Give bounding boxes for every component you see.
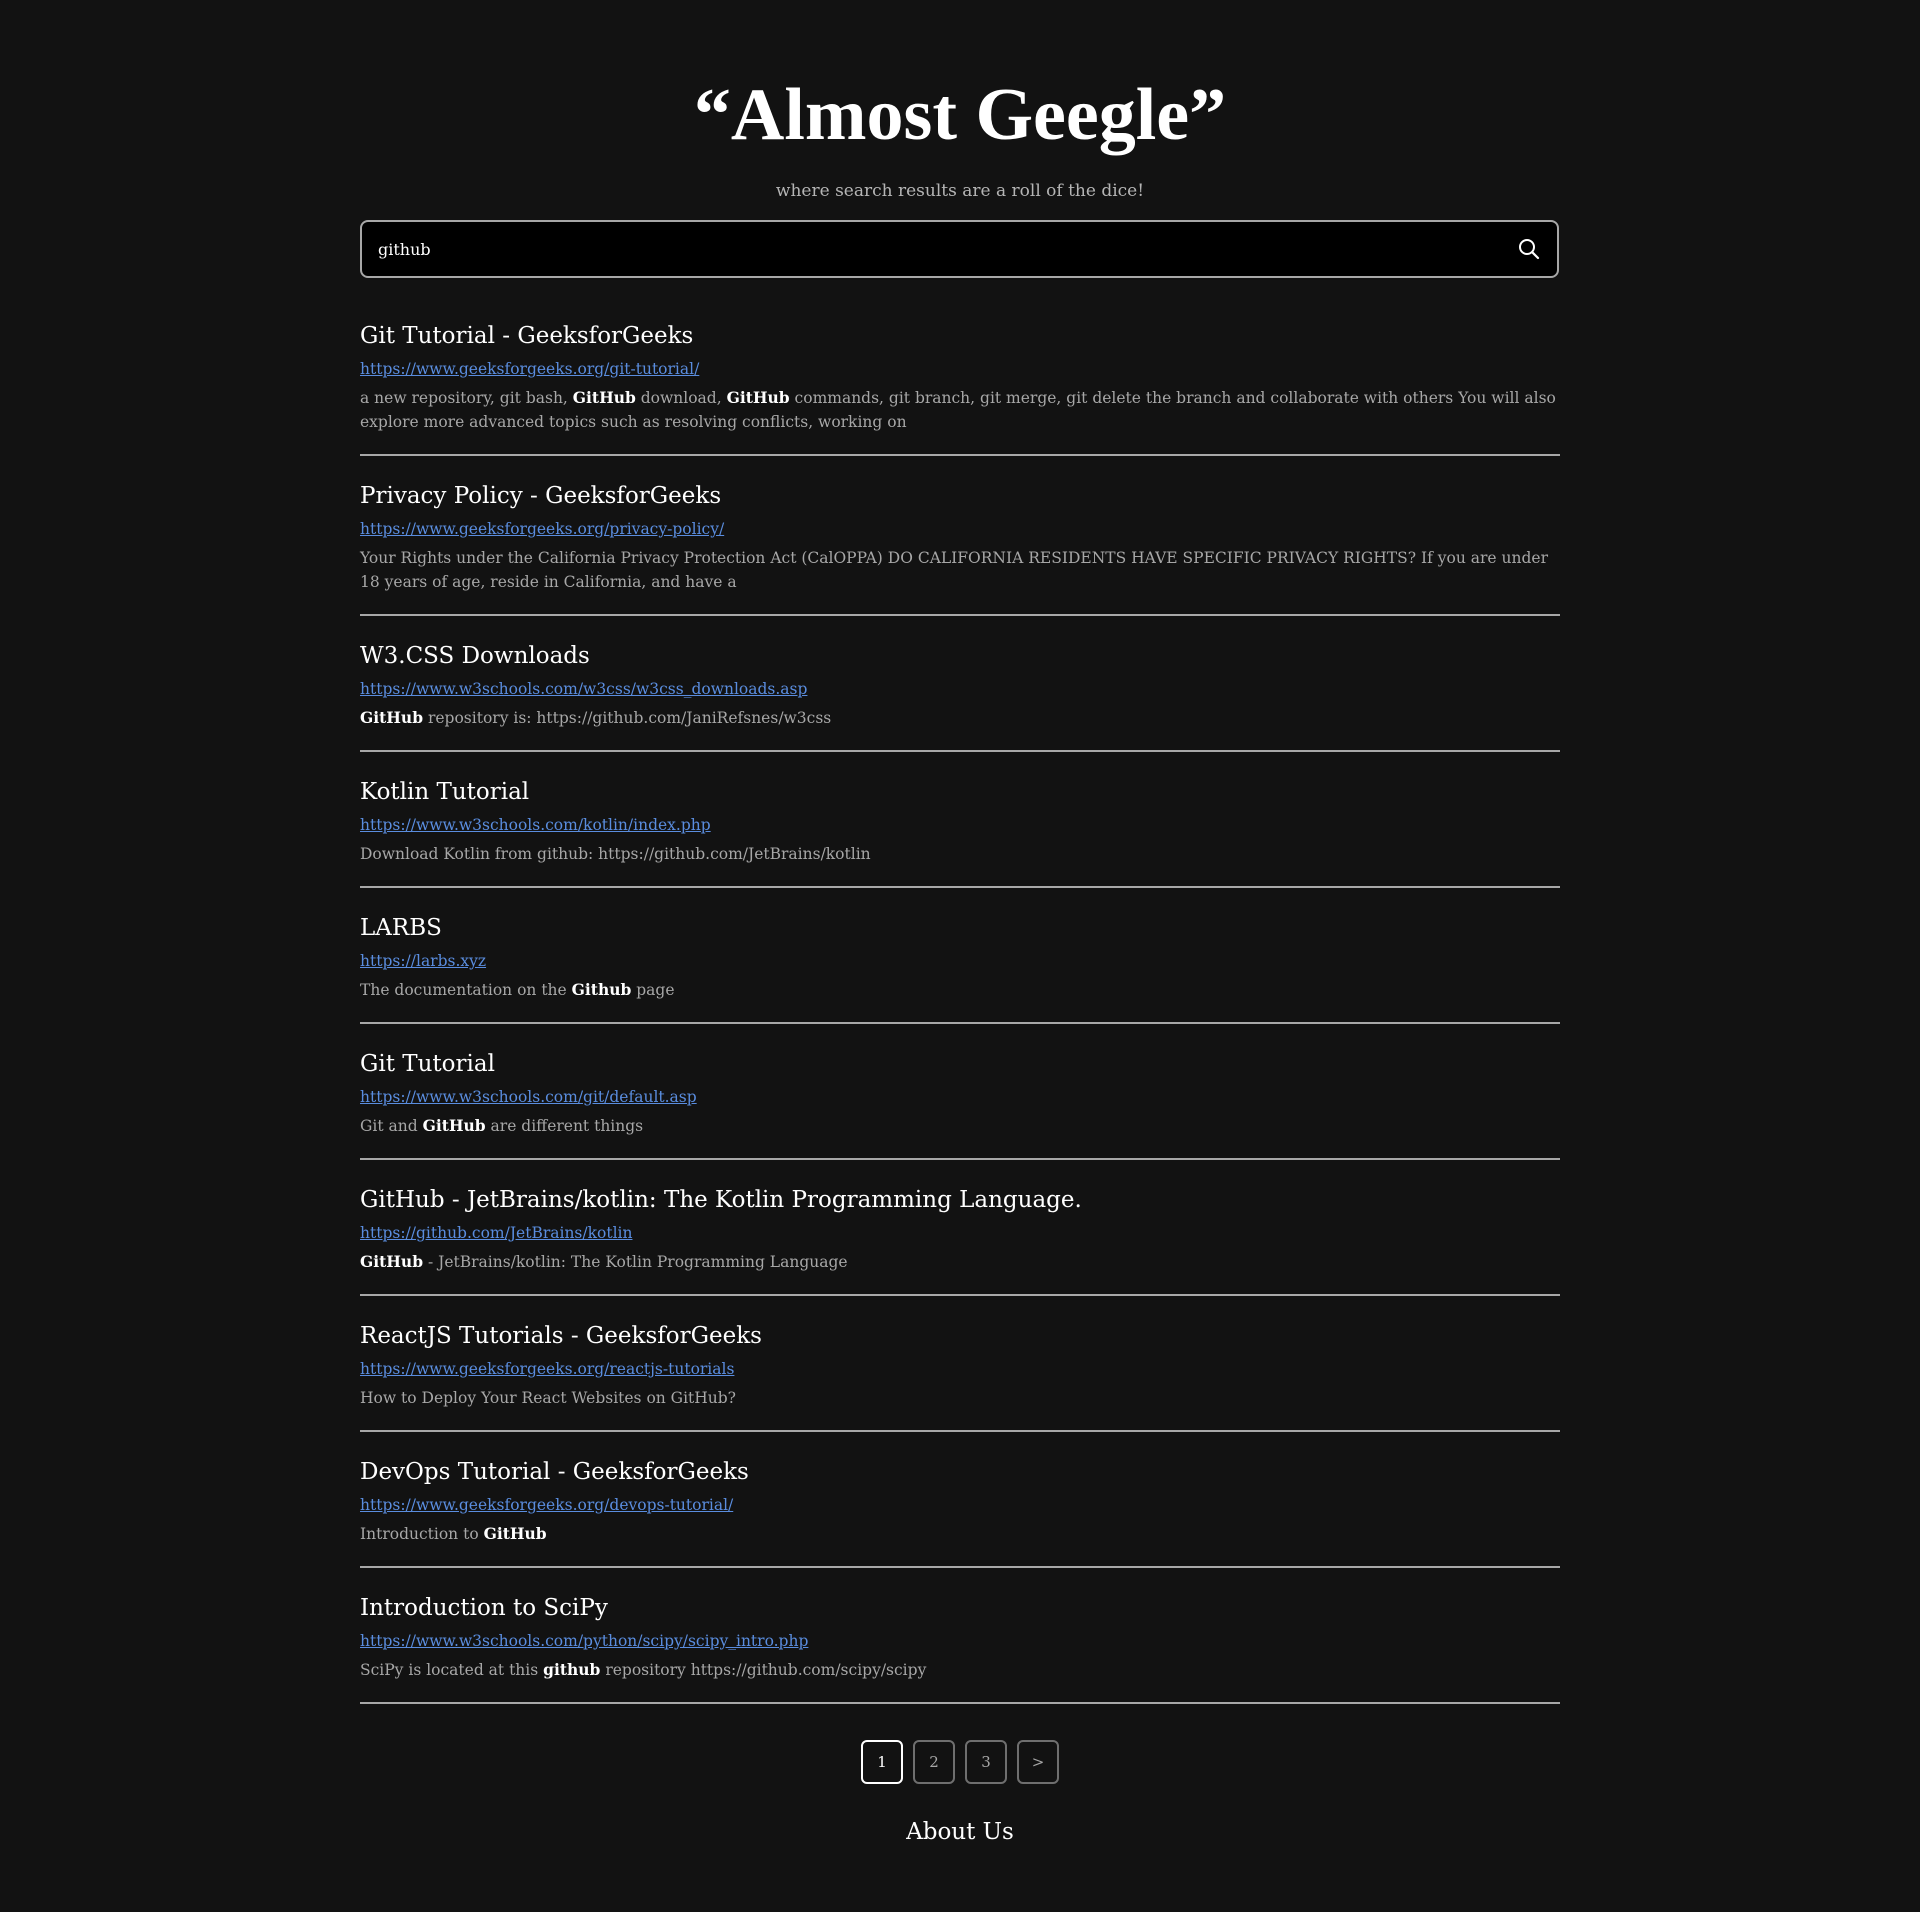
search-box [360,220,1559,278]
result-item: ReactJS Tutorials - GeeksforGeeks https:/… [360,1318,1560,1432]
result-title[interactable]: Git Tutorial [360,1046,1560,1082]
snippet-highlight: GitHub [360,708,424,727]
snippet-text: Your Rights under the California Privacy… [360,549,1549,591]
result-url-link[interactable]: https://github.com/JetBrains/kotlin [360,1218,632,1248]
result-url-link[interactable]: https://www.w3schools.com/git/default.as… [360,1082,697,1112]
snippet-text: Introduction to [360,1525,484,1543]
result-snippet: SciPy is located at this github reposito… [360,1658,1560,1682]
result-url-link[interactable]: https://www.w3schools.com/kotlin/index.p… [360,810,711,840]
result-item: Privacy Policy - GeeksforGeeks https://ww… [360,478,1560,616]
result-url-link[interactable]: https://www.geeksforgeeks.org/devops-tut… [360,1490,733,1520]
page-button-3[interactable]: 3 [965,1740,1007,1784]
result-gap [360,1024,1560,1046]
page-button-2[interactable]: 2 [913,1740,955,1784]
next-page-button[interactable]: > [1017,1740,1059,1784]
snippet-text: The documentation on the [360,981,572,999]
snippet-highlight: GitHub [360,1252,424,1271]
result-title[interactable]: DevOps Tutorial - GeeksforGeeks [360,1454,1560,1490]
result-title[interactable]: W3.CSS Downloads [360,638,1560,674]
result-gap [360,752,1560,774]
result-snippet: How to Deploy Your React Websites on Git… [360,1386,1560,1410]
result-title[interactable]: Privacy Policy - GeeksforGeeks [360,478,1560,514]
snippet-text: Git and [360,1117,423,1135]
result-gap [360,888,1560,910]
result-title[interactable]: Kotlin Tutorial [360,774,1560,810]
result-gap [360,1296,1560,1318]
result-snippet: GitHub - JetBrains/kotlin: The Kotlin Pr… [360,1250,1560,1274]
result-item: DevOps Tutorial - GeeksforGeeks https://w… [360,1454,1560,1568]
snippet-highlight: GitHub [726,388,790,407]
snippet-text: download, [635,389,727,407]
page-button-1[interactable]: 1 [861,1740,903,1784]
result-gap [360,616,1560,638]
result-gap [360,456,1560,478]
result-item: W3.CSS Downloads https://www.w3schools.co… [360,638,1560,752]
pagination: 1 2 3 > [0,1740,1920,1784]
result-gap [360,1160,1560,1182]
snippet-text: - JetBrains/kotlin: The Kotlin Programmi… [423,1253,848,1271]
snippet-highlight: GitHub [483,1524,547,1543]
snippet-text: are different things [485,1117,644,1135]
snippet-highlight: github [543,1660,601,1679]
results-list: Git Tutorial - GeeksforGeeks https://www.… [360,318,1560,1704]
search-icon[interactable] [1517,237,1541,261]
snippet-text: page [631,981,675,999]
footer: About Us [0,1814,1920,1850]
app-title: “Almost Geegle” [693,74,1227,156]
result-snippet: The documentation on the Github page [360,978,1560,1002]
result-item: Kotlin Tutorial https://www.w3schools.com… [360,774,1560,888]
snippet-highlight: Github [571,980,632,999]
result-url-link[interactable]: https://www.w3schools.com/w3css/w3css_do… [360,674,807,704]
tagline: where search results are a roll of the d… [775,181,1145,201]
result-url-link[interactable]: https://www.geeksforgeeks.org/reactjs-tu… [360,1354,734,1384]
result-snippet: Your Rights under the California Privacy… [360,546,1560,594]
search-input[interactable] [378,222,1478,276]
result-snippet: Download Kotlin from github: https://git… [360,842,1560,866]
result-title[interactable]: Introduction to SciPy [360,1590,1560,1626]
result-title[interactable]: LARBS [360,910,1560,946]
snippet-highlight: GitHub [422,1116,486,1135]
result-item: Introduction to SciPy https://www.w3schoo… [360,1590,1560,1704]
snippet-text: Download Kotlin from github: https://git… [360,845,871,863]
result-gap [360,1432,1560,1454]
result-gap [360,1568,1560,1590]
result-item: Git Tutorial - GeeksforGeeks https://www.… [360,318,1560,456]
snippet-text: SciPy is located at this [360,1661,544,1679]
result-snippet: a new repository, git bash, GitHub downl… [360,386,1560,434]
result-item: GitHub - JetBrains/kotlin: The Kotlin Pr… [360,1182,1560,1296]
result-title[interactable]: Git Tutorial - GeeksforGeeks [360,318,1560,354]
result-title[interactable]: GitHub - JetBrains/kotlin: The Kotlin Pr… [360,1182,1560,1218]
result-url-link[interactable]: https://larbs.xyz [360,946,486,976]
page: “Almost Geegle” where search results are… [0,0,1920,1912]
result-url-link[interactable]: https://www.geeksforgeeks.org/git-tutori… [360,354,699,384]
snippet-text: repository is: https://github.com/JaniRe… [423,709,832,727]
result-item: Git Tutorial https://www.w3schools.com/gi… [360,1046,1560,1160]
snippet-text: a new repository, git bash, [360,389,573,407]
about-us-heading: About Us [906,1819,1014,1845]
result-snippet: GitHub repository is: https://github.com… [360,706,1560,730]
snippet-text: repository https://github.com/scipy/scip… [600,1661,927,1679]
result-title[interactable]: ReactJS Tutorials - GeeksforGeeks [360,1318,1560,1354]
snippet-highlight: GitHub [572,388,636,407]
result-url-link[interactable]: https://www.w3schools.com/python/scipy/s… [360,1626,808,1656]
result-url-link[interactable]: https://www.geeksforgeeks.org/privacy-po… [360,514,724,544]
header: “Almost Geegle” where search results are… [0,70,1920,202]
result-snippet: Git and GitHub are different things [360,1114,1560,1138]
result-snippet: Introduction to GitHub [360,1522,1560,1546]
snippet-text: How to Deploy Your React Websites on Git… [360,1389,736,1407]
result-item: LARBS https://larbs.xyz The documentation … [360,910,1560,1024]
